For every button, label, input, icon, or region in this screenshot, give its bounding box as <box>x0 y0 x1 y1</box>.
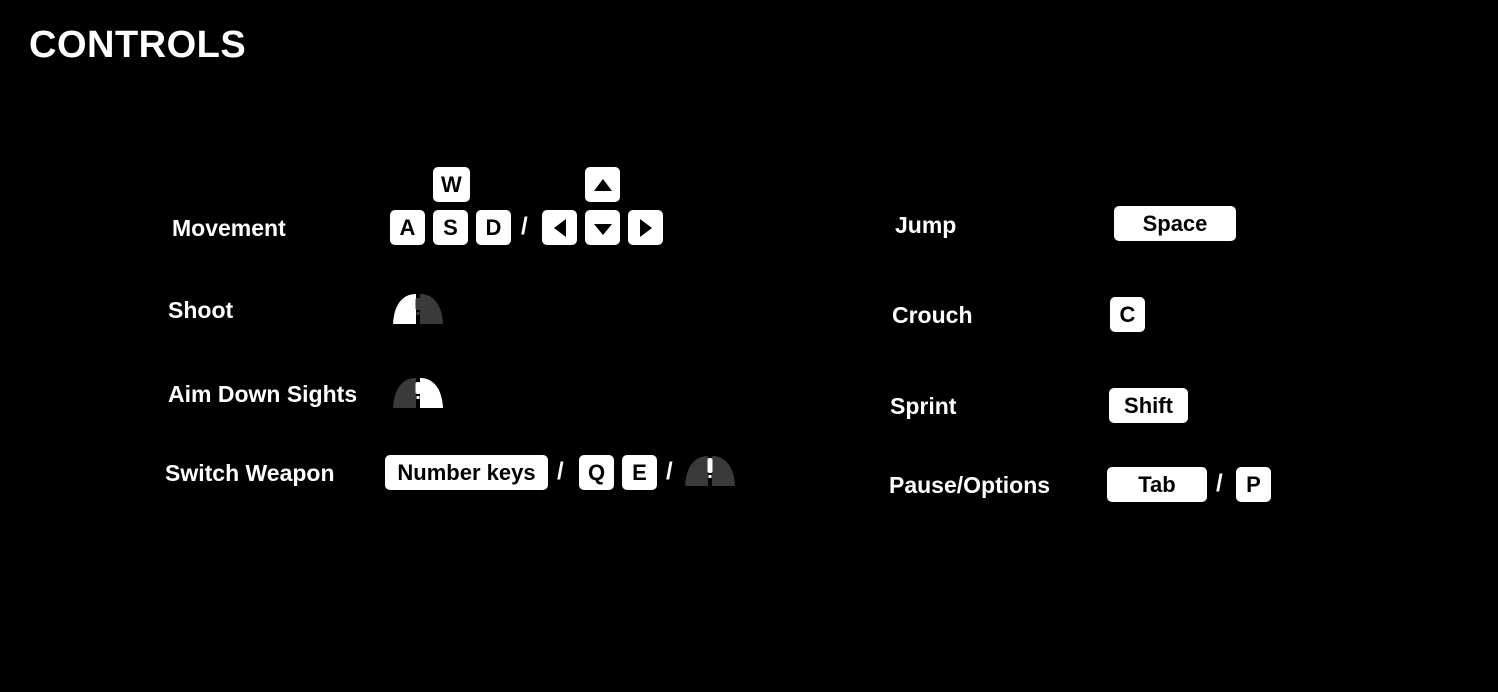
pause-options-label: Pause/Options <box>889 472 1051 498</box>
key-tab: Tab <box>1107 467 1207 502</box>
mouse-left-click-icon <box>393 294 443 324</box>
jump-label: Jump <box>895 212 957 238</box>
key-c: C <box>1110 297 1145 332</box>
separator: / <box>557 458 564 485</box>
key-p: P <box>1236 467 1271 502</box>
arrow-down-icon <box>585 210 620 245</box>
sprint-label: Sprint <box>890 393 957 419</box>
key-space: Space <box>1114 206 1236 241</box>
key-d: D <box>476 210 511 245</box>
separator: / <box>666 458 673 485</box>
crouch-label: Crouch <box>892 302 973 328</box>
aim-label: Aim Down Sights <box>168 381 358 407</box>
key-number-keys: Number keys <box>385 455 548 490</box>
separator: / <box>521 213 528 240</box>
key-e: E <box>622 455 657 490</box>
key-shift: Shift <box>1109 388 1188 423</box>
key-s: S <box>433 210 468 245</box>
arrow-left-icon <box>542 210 577 245</box>
key-q: Q <box>579 455 614 490</box>
arrow-up-icon <box>585 167 620 202</box>
separator: / <box>1216 470 1223 497</box>
arrow-right-icon <box>628 210 663 245</box>
mouse-right-click-icon <box>393 378 443 408</box>
key-w: W <box>433 167 470 202</box>
movement-label: Movement <box>172 215 286 241</box>
switch-weapon-label: Switch Weapon <box>165 460 335 486</box>
mouse-scroll-icon <box>685 456 735 486</box>
page-title: CONTROLS <box>29 24 247 66</box>
shoot-label: Shoot <box>168 297 234 323</box>
key-a: A <box>390 210 425 245</box>
